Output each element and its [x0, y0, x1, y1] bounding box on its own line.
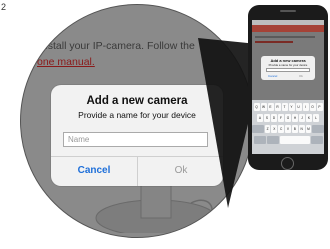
on-screen-keyboard: Q W E R T Y U I O P A S D F G H J K L Z …: [252, 100, 324, 154]
mini-add-camera-dialog: Add a new camera Provide a name for your…: [261, 56, 315, 80]
backspace-key-icon[interactable]: [312, 125, 324, 133]
keyboard-row-2: A S D F G H J K L: [252, 114, 324, 122]
key[interactable]: N: [298, 125, 305, 133]
step-number: 2: [1, 2, 7, 12]
key[interactable]: Y: [288, 103, 295, 111]
key[interactable]: W: [260, 103, 267, 111]
dialog-subtitle: Provide a name for your device: [78, 110, 196, 120]
nav-bar: [252, 25, 324, 32]
key[interactable]: P: [316, 103, 323, 111]
key[interactable]: S: [264, 114, 270, 122]
instruction-text: Install your IP-camera. Follow the: [39, 40, 195, 52]
key[interactable]: V: [285, 125, 291, 133]
key[interactable]: R: [274, 103, 281, 111]
home-button[interactable]: [281, 157, 294, 170]
cancel-button[interactable]: Cancel: [51, 159, 137, 183]
key[interactable]: X: [271, 125, 278, 133]
phone-screen: Add a new camera Provide a name for your…: [252, 20, 324, 154]
mini-ok-button[interactable]: Ok: [299, 74, 303, 78]
numbers-key[interactable]: [253, 136, 266, 144]
ok-button[interactable]: Ok: [138, 159, 224, 183]
phone-device: Add a new camera Provide a name for your…: [248, 5, 328, 170]
key[interactable]: T: [281, 103, 288, 111]
screen-text-line: [255, 41, 293, 43]
add-camera-dialog: Add a new camera Provide a name for your…: [51, 85, 223, 186]
screen-text-line: [255, 36, 315, 38]
mini-dialog-subtitle: Provide a name for your device: [268, 63, 308, 67]
key[interactable]: Z: [264, 125, 271, 133]
key[interactable]: B: [291, 125, 298, 133]
key[interactable]: J: [299, 114, 305, 122]
key[interactable]: I: [302, 103, 309, 111]
key[interactable]: Q: [253, 103, 260, 111]
phone-speaker: [280, 10, 296, 12]
manual-link[interactable]: one manual.: [37, 56, 95, 68]
magnified-view: Install your IP-camera. Follow the one m…: [20, 4, 254, 238]
key[interactable]: G: [285, 114, 291, 122]
key[interactable]: A: [257, 114, 263, 122]
key[interactable]: H: [292, 114, 298, 122]
key[interactable]: U: [295, 103, 302, 111]
key[interactable]: D: [271, 114, 277, 122]
shift-key-icon[interactable]: [252, 125, 264, 133]
keyboard-row-4: [252, 136, 324, 144]
space-key[interactable]: [279, 136, 310, 144]
camera-name-input[interactable]: [63, 132, 208, 147]
key[interactable]: M: [305, 125, 312, 133]
key[interactable]: E: [267, 103, 274, 111]
mini-cancel-button[interactable]: Cancel: [268, 74, 277, 78]
dialog-title: Add a new camera: [86, 95, 188, 107]
key[interactable]: F: [278, 114, 284, 122]
mini-name-input[interactable]: [266, 68, 310, 72]
key[interactable]: C: [278, 125, 285, 133]
key[interactable]: L: [313, 114, 319, 122]
key[interactable]: K: [306, 114, 312, 122]
keyboard-row-1: Q W E R T Y U I O P: [252, 103, 324, 111]
return-key[interactable]: [310, 136, 323, 144]
key[interactable]: O: [309, 103, 316, 111]
keyboard-row-3: Z X C V B N M: [252, 125, 324, 133]
globe-key-icon[interactable]: [266, 136, 279, 144]
